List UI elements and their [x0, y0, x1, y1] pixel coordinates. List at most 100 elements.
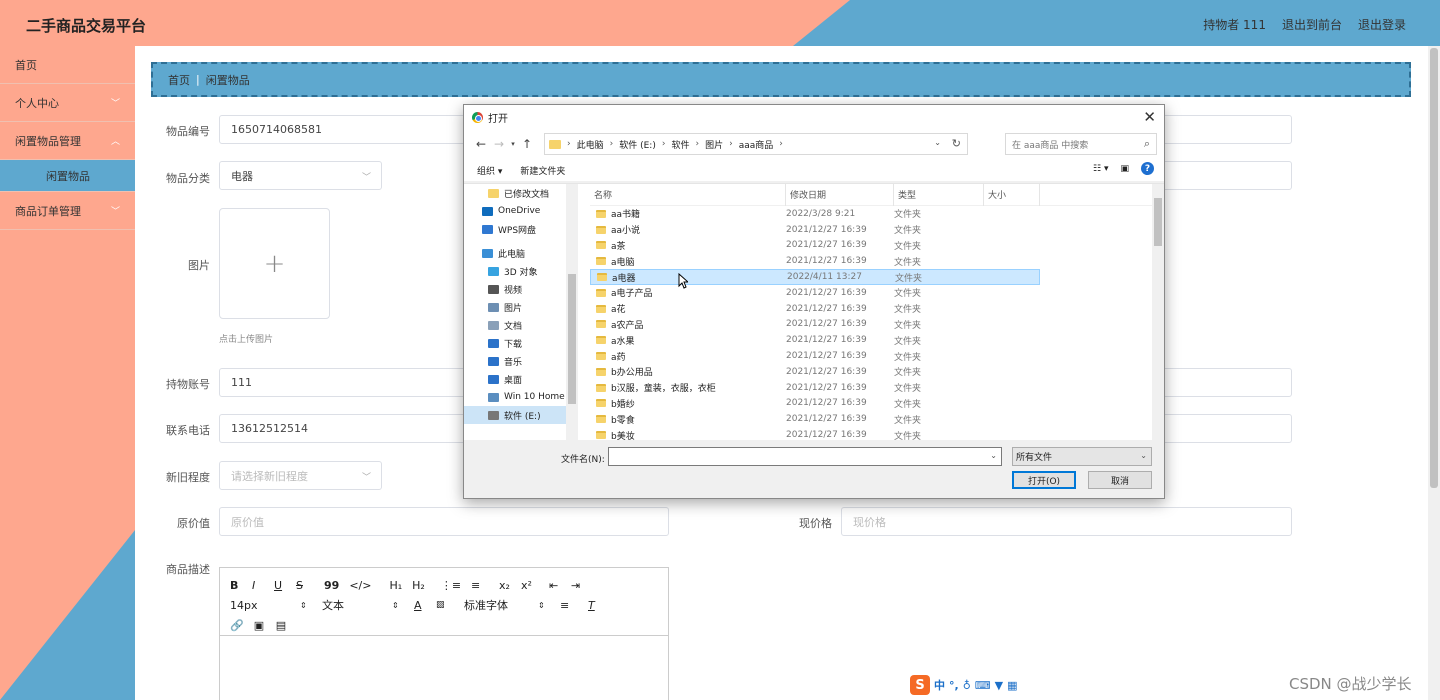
keyboard-icon[interactable]: ⌨ — [975, 679, 991, 692]
link-icon[interactable]: 🔗 — [230, 619, 244, 632]
sidebar-item-home[interactable]: 首页 — [0, 46, 135, 84]
image-icon[interactable]: ▣ — [254, 619, 266, 632]
file-row[interactable]: b零食 2021/12/27 16:39 文件夹 — [590, 411, 1040, 427]
cur-price-input[interactable]: 现价格 — [841, 507, 1292, 536]
subscript-icon[interactable]: x₂ — [499, 579, 511, 592]
preview-pane-icon[interactable]: ▣ — [1120, 164, 1129, 174]
video-icon[interactable]: ▤ — [276, 619, 288, 632]
view-options-icon[interactable]: ☷ ▾ — [1093, 164, 1108, 174]
column-size[interactable]: 大小 — [984, 183, 1040, 206]
file-row[interactable]: a电子产品 2021/12/27 16:39 文件夹 — [590, 285, 1040, 301]
column-name[interactable]: 名称 — [590, 183, 786, 206]
file-row[interactable]: b婚纱 2021/12/27 16:39 文件夹 — [590, 396, 1040, 412]
image-upload-box[interactable]: + — [219, 208, 330, 319]
category-select[interactable]: 电器 ﹀ — [219, 161, 382, 190]
nav-item[interactable]: 已修改文档 — [464, 184, 578, 202]
nav-scrollbar-thumb[interactable] — [568, 274, 576, 404]
refresh-icon[interactable]: ↻ — [952, 137, 961, 150]
page-scrollbar-thumb[interactable] — [1430, 48, 1438, 488]
path-segment[interactable]: 此电脑 — [577, 138, 604, 151]
filename-input[interactable]: ⌄ — [608, 447, 1002, 466]
nav-item[interactable]: 此电脑 — [464, 244, 578, 262]
bold-icon[interactable]: B — [230, 579, 242, 592]
close-icon[interactable]: ✕ — [1143, 108, 1156, 126]
file-row[interactable]: aa小说 2021/12/27 16:39 文件夹 — [590, 222, 1040, 238]
microphone-icon[interactable]: ♁ — [963, 679, 971, 692]
file-row[interactable]: a农产品 2021/12/27 16:39 文件夹 — [590, 317, 1040, 333]
nav-item[interactable]: 桌面 — [464, 370, 578, 388]
sidebar-item-idle-goods-management[interactable]: 闲置物品管理 ︿ — [0, 122, 135, 160]
toolbox-icon[interactable]: ▦ — [1007, 679, 1017, 692]
path-segment[interactable]: aaa商品 — [739, 138, 774, 151]
nav-item[interactable]: 图片 — [464, 298, 578, 316]
path-segment[interactable]: 图片 — [705, 138, 723, 151]
nav-item[interactable]: Win 10 Home — [464, 388, 578, 406]
underline-icon[interactable]: U — [274, 579, 286, 592]
column-type[interactable]: 类型 — [894, 183, 984, 206]
file-row[interactable]: a茶 2021/12/27 16:39 文件夹 — [590, 238, 1040, 254]
file-type-filter[interactable]: 所有文件 ⌄ — [1012, 447, 1152, 466]
ime-language[interactable]: 中 — [934, 677, 945, 693]
dialog-search-input[interactable]: 在 aaa商品 中搜索 ⌕ — [1005, 133, 1157, 155]
italic-icon[interactable]: I — [252, 579, 264, 592]
orig-price-input[interactable]: 原价值 — [219, 507, 669, 536]
nav-item[interactable]: 音乐 — [464, 352, 578, 370]
description-editor[interactable]: B I U S 99 </> H₁ H₂ ⋮≡ ≡ x₂ x² ⇤ ⇥ 14px… — [219, 567, 669, 700]
code-icon[interactable]: </> — [349, 579, 371, 592]
nav-item[interactable]: 文档 — [464, 316, 578, 334]
heading1-icon[interactable]: H₁ — [389, 579, 402, 592]
font-family-select[interactable]: 标准字体 — [464, 597, 528, 613]
nav-item[interactable]: OneDrive — [464, 202, 578, 220]
nav-item[interactable]: 视频 — [464, 280, 578, 298]
heading2-icon[interactable]: H₂ — [412, 579, 425, 592]
new-folder-button[interactable]: 新建文件夹 — [520, 164, 565, 177]
nav-item[interactable]: 软件 (E:) — [464, 406, 578, 424]
forward-arrow-icon[interactable]: → — [490, 137, 508, 151]
nav-item[interactable]: 下载 — [464, 334, 578, 352]
file-row[interactable]: a电器 2022/4/11 13:27 文件夹 — [590, 269, 1040, 285]
file-row[interactable]: b汉服，童装，衣服，衣柜 2021/12/27 16:39 文件夹 — [590, 380, 1040, 396]
cancel-button[interactable]: 取消 — [1088, 471, 1152, 489]
nav-item[interactable]: WPS网盘 — [464, 220, 578, 238]
open-button[interactable]: 打开(O) — [1012, 471, 1076, 489]
clear-format-icon[interactable]: T — [588, 599, 600, 612]
file-row[interactable]: b办公用品 2021/12/27 16:39 文件夹 — [590, 364, 1040, 380]
align-icon[interactable]: ≡ — [560, 599, 572, 612]
nav-pane-scrollbar[interactable] — [566, 184, 578, 441]
punctuation-icon[interactable]: °, — [949, 679, 959, 692]
file-list-scrollbar[interactable] — [1152, 184, 1164, 441]
sidebar-item-order-management[interactable]: 商品订单管理 ﹀ — [0, 192, 135, 230]
superscript-icon[interactable]: x² — [521, 579, 533, 592]
strikethrough-icon[interactable]: S — [296, 579, 308, 592]
path-segment[interactable]: 软件 — [671, 138, 689, 151]
quote-icon[interactable]: 99 — [324, 579, 339, 592]
font-color-icon[interactable]: A — [414, 599, 426, 612]
file-row[interactable]: a电脑 2021/12/27 16:39 文件夹 — [590, 253, 1040, 269]
organize-menu[interactable]: 组织 ▾ — [477, 164, 502, 177]
page-scrollbar[interactable] — [1428, 46, 1440, 700]
help-icon[interactable]: ? — [1141, 162, 1154, 175]
up-arrow-icon[interactable]: ↑ — [518, 137, 536, 151]
back-to-front-link[interactable]: 退出到前台 — [1282, 16, 1342, 33]
file-row[interactable]: a花 2021/12/27 16:39 文件夹 — [590, 301, 1040, 317]
condition-select[interactable]: 请选择新旧程度 ﹀ — [219, 461, 382, 490]
back-arrow-icon[interactable]: ← — [472, 137, 490, 151]
file-row[interactable]: a药 2021/12/27 16:39 文件夹 — [590, 348, 1040, 364]
sogou-logo-icon[interactable]: S — [910, 675, 930, 695]
indent-icon[interactable]: ⇥ — [571, 579, 583, 592]
logout-link[interactable]: 退出登录 — [1358, 16, 1406, 33]
chevron-down-icon[interactable]: ⌄ — [934, 138, 941, 147]
background-color-icon[interactable]: ▨ — [436, 600, 448, 610]
right-field-row2[interactable] — [1160, 161, 1292, 190]
column-date[interactable]: 修改日期 — [786, 183, 894, 206]
font-size-select[interactable]: 14px — [230, 599, 290, 612]
file-scrollbar-thumb[interactable] — [1154, 198, 1162, 246]
text-type-select[interactable]: 文本 — [322, 597, 382, 613]
path-segment[interactable]: 软件 (E:) — [619, 138, 656, 151]
bullet-list-icon[interactable]: ≡ — [471, 579, 483, 592]
file-row[interactable]: aa书籍 2022/3/28 9:21 文件夹 — [590, 206, 1040, 222]
skin-icon[interactable]: ▼ — [995, 679, 1003, 692]
sidebar-subitem-idle-goods[interactable]: 闲置物品 — [0, 160, 135, 192]
sidebar-item-personal-center[interactable]: 个人中心 ﹀ — [0, 84, 135, 122]
nav-item[interactable]: 3D 对象 — [464, 262, 578, 280]
